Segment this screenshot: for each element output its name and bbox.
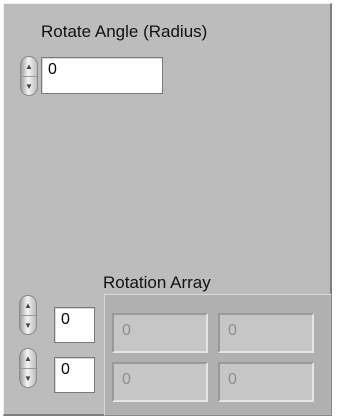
front-panel: Rotate Angle (Radius) ▲ ▼ 0 Rotation Arr… (3, 3, 332, 416)
increment-arrow-icon[interactable]: ▲ (20, 296, 36, 315)
row-index-input[interactable]: 0 (54, 307, 95, 343)
column-index-input[interactable]: 0 (54, 357, 95, 393)
array-cell[interactable]: 0 (218, 313, 314, 353)
rotate-angle-spinner[interactable]: ▲ ▼ (20, 56, 38, 96)
decrement-arrow-icon[interactable]: ▼ (20, 368, 36, 387)
row-index-spinner[interactable]: ▲ ▼ (19, 295, 37, 335)
decrement-arrow-icon[interactable]: ▼ (21, 76, 37, 95)
array-cell[interactable]: 0 (112, 313, 208, 353)
increment-arrow-icon[interactable]: ▲ (20, 349, 36, 368)
array-cell[interactable]: 0 (218, 362, 314, 402)
decrement-arrow-icon[interactable]: ▼ (20, 315, 36, 334)
rotate-angle-label: Rotate Angle (Radius) (41, 22, 208, 41)
array-cell[interactable]: 0 (112, 362, 208, 402)
rotation-array-frame: 0 0 0 0 (104, 294, 332, 416)
increment-arrow-icon[interactable]: ▲ (21, 57, 37, 76)
rotation-array-label: Rotation Array (103, 273, 211, 292)
column-index-spinner[interactable]: ▲ ▼ (19, 348, 37, 388)
rotate-angle-input[interactable]: 0 (41, 57, 163, 94)
